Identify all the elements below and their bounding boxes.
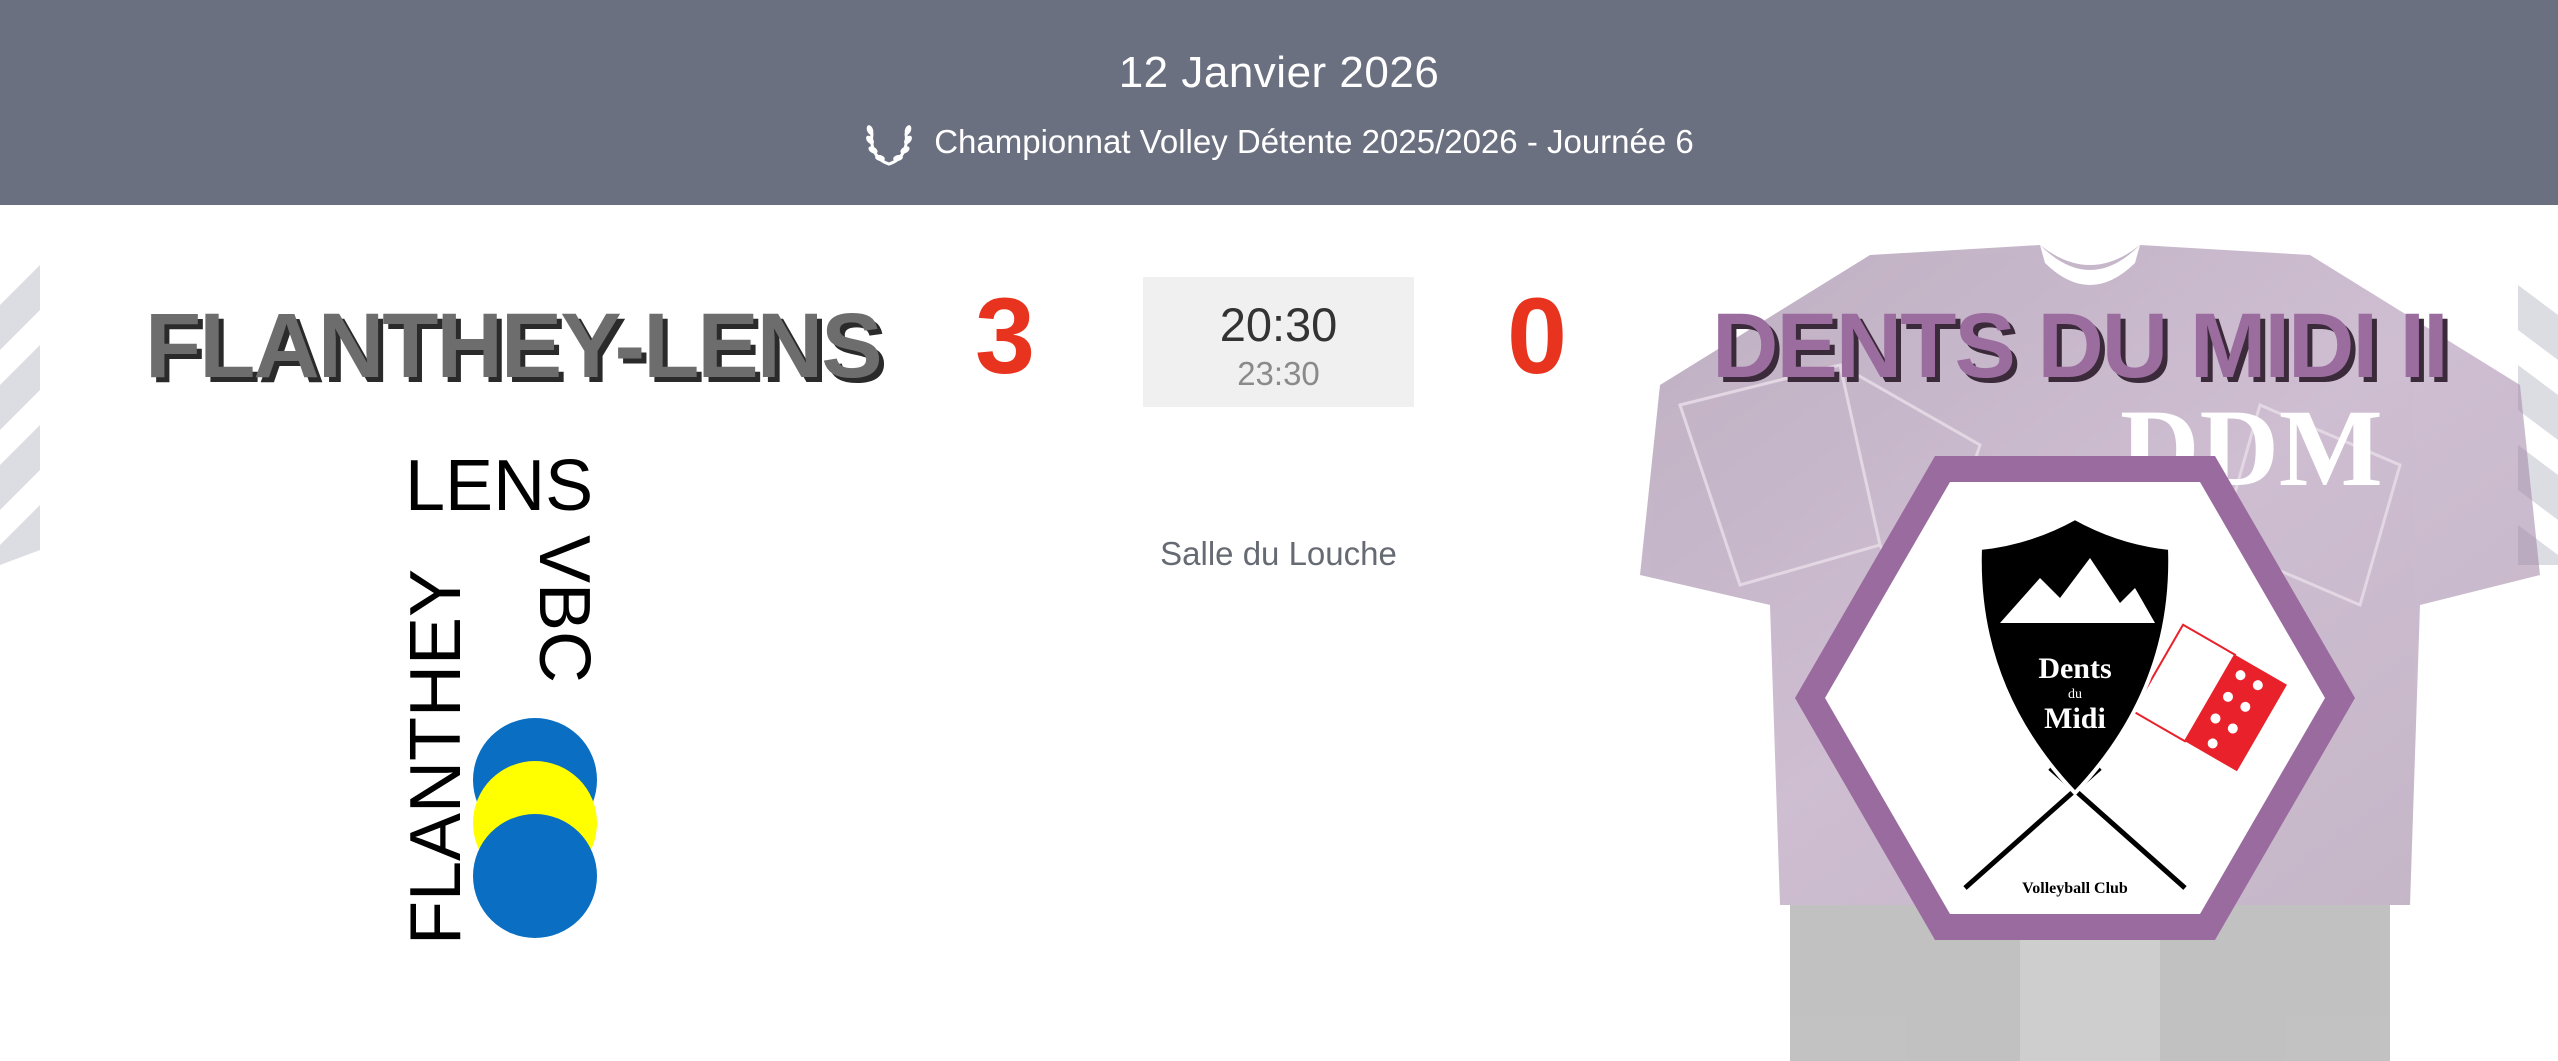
home-team-name[interactable]: FLANTHEY-LENS: [145, 300, 883, 392]
start-time: 20:30: [1219, 298, 1338, 351]
logo-text-dents: Dents: [2038, 652, 2111, 685]
logo-text-vbc: VBC: [524, 535, 604, 683]
logo-text-flanthey: FLANTHEY: [396, 569, 476, 945]
logo-text-volleyball-club: Volleyball Club: [2022, 880, 2128, 897]
end-time: 23:30: [1237, 355, 1320, 392]
logo-text-du: du: [2068, 687, 2082, 702]
logo-blue-circle-bottom: [473, 814, 597, 938]
match-venue[interactable]: Salle du Louche: [1100, 535, 1457, 573]
away-team-logo[interactable]: Dents du Midi Volleyball Club: [1790, 448, 2360, 948]
away-score: 0: [1507, 275, 1568, 396]
competition-line[interactable]: Championnat Volley Détente 2025/2026 - J…: [0, 116, 2558, 168]
match-time-box: 20:30 23:30: [1143, 277, 1414, 407]
left-stripes-decoration: [0, 265, 40, 565]
match-date: 12 Janvier 2026: [1118, 48, 1440, 97]
laurel-icon: [866, 125, 913, 166]
home-score: 3: [975, 275, 1036, 396]
logo-text-midi: Midi: [2044, 702, 2106, 735]
logo-text-lens: LENS: [405, 446, 593, 526]
match-header: 12 Janvier 2026 Championnat Volley Déten…: [0, 0, 2558, 205]
home-team-logo[interactable]: LENS FLANTHEY VBC: [380, 440, 620, 960]
away-team-name[interactable]: DENTS DU MIDI II: [1712, 300, 2449, 392]
competition-name: Championnat Volley Détente 2025/2026 - J…: [934, 123, 1694, 160]
